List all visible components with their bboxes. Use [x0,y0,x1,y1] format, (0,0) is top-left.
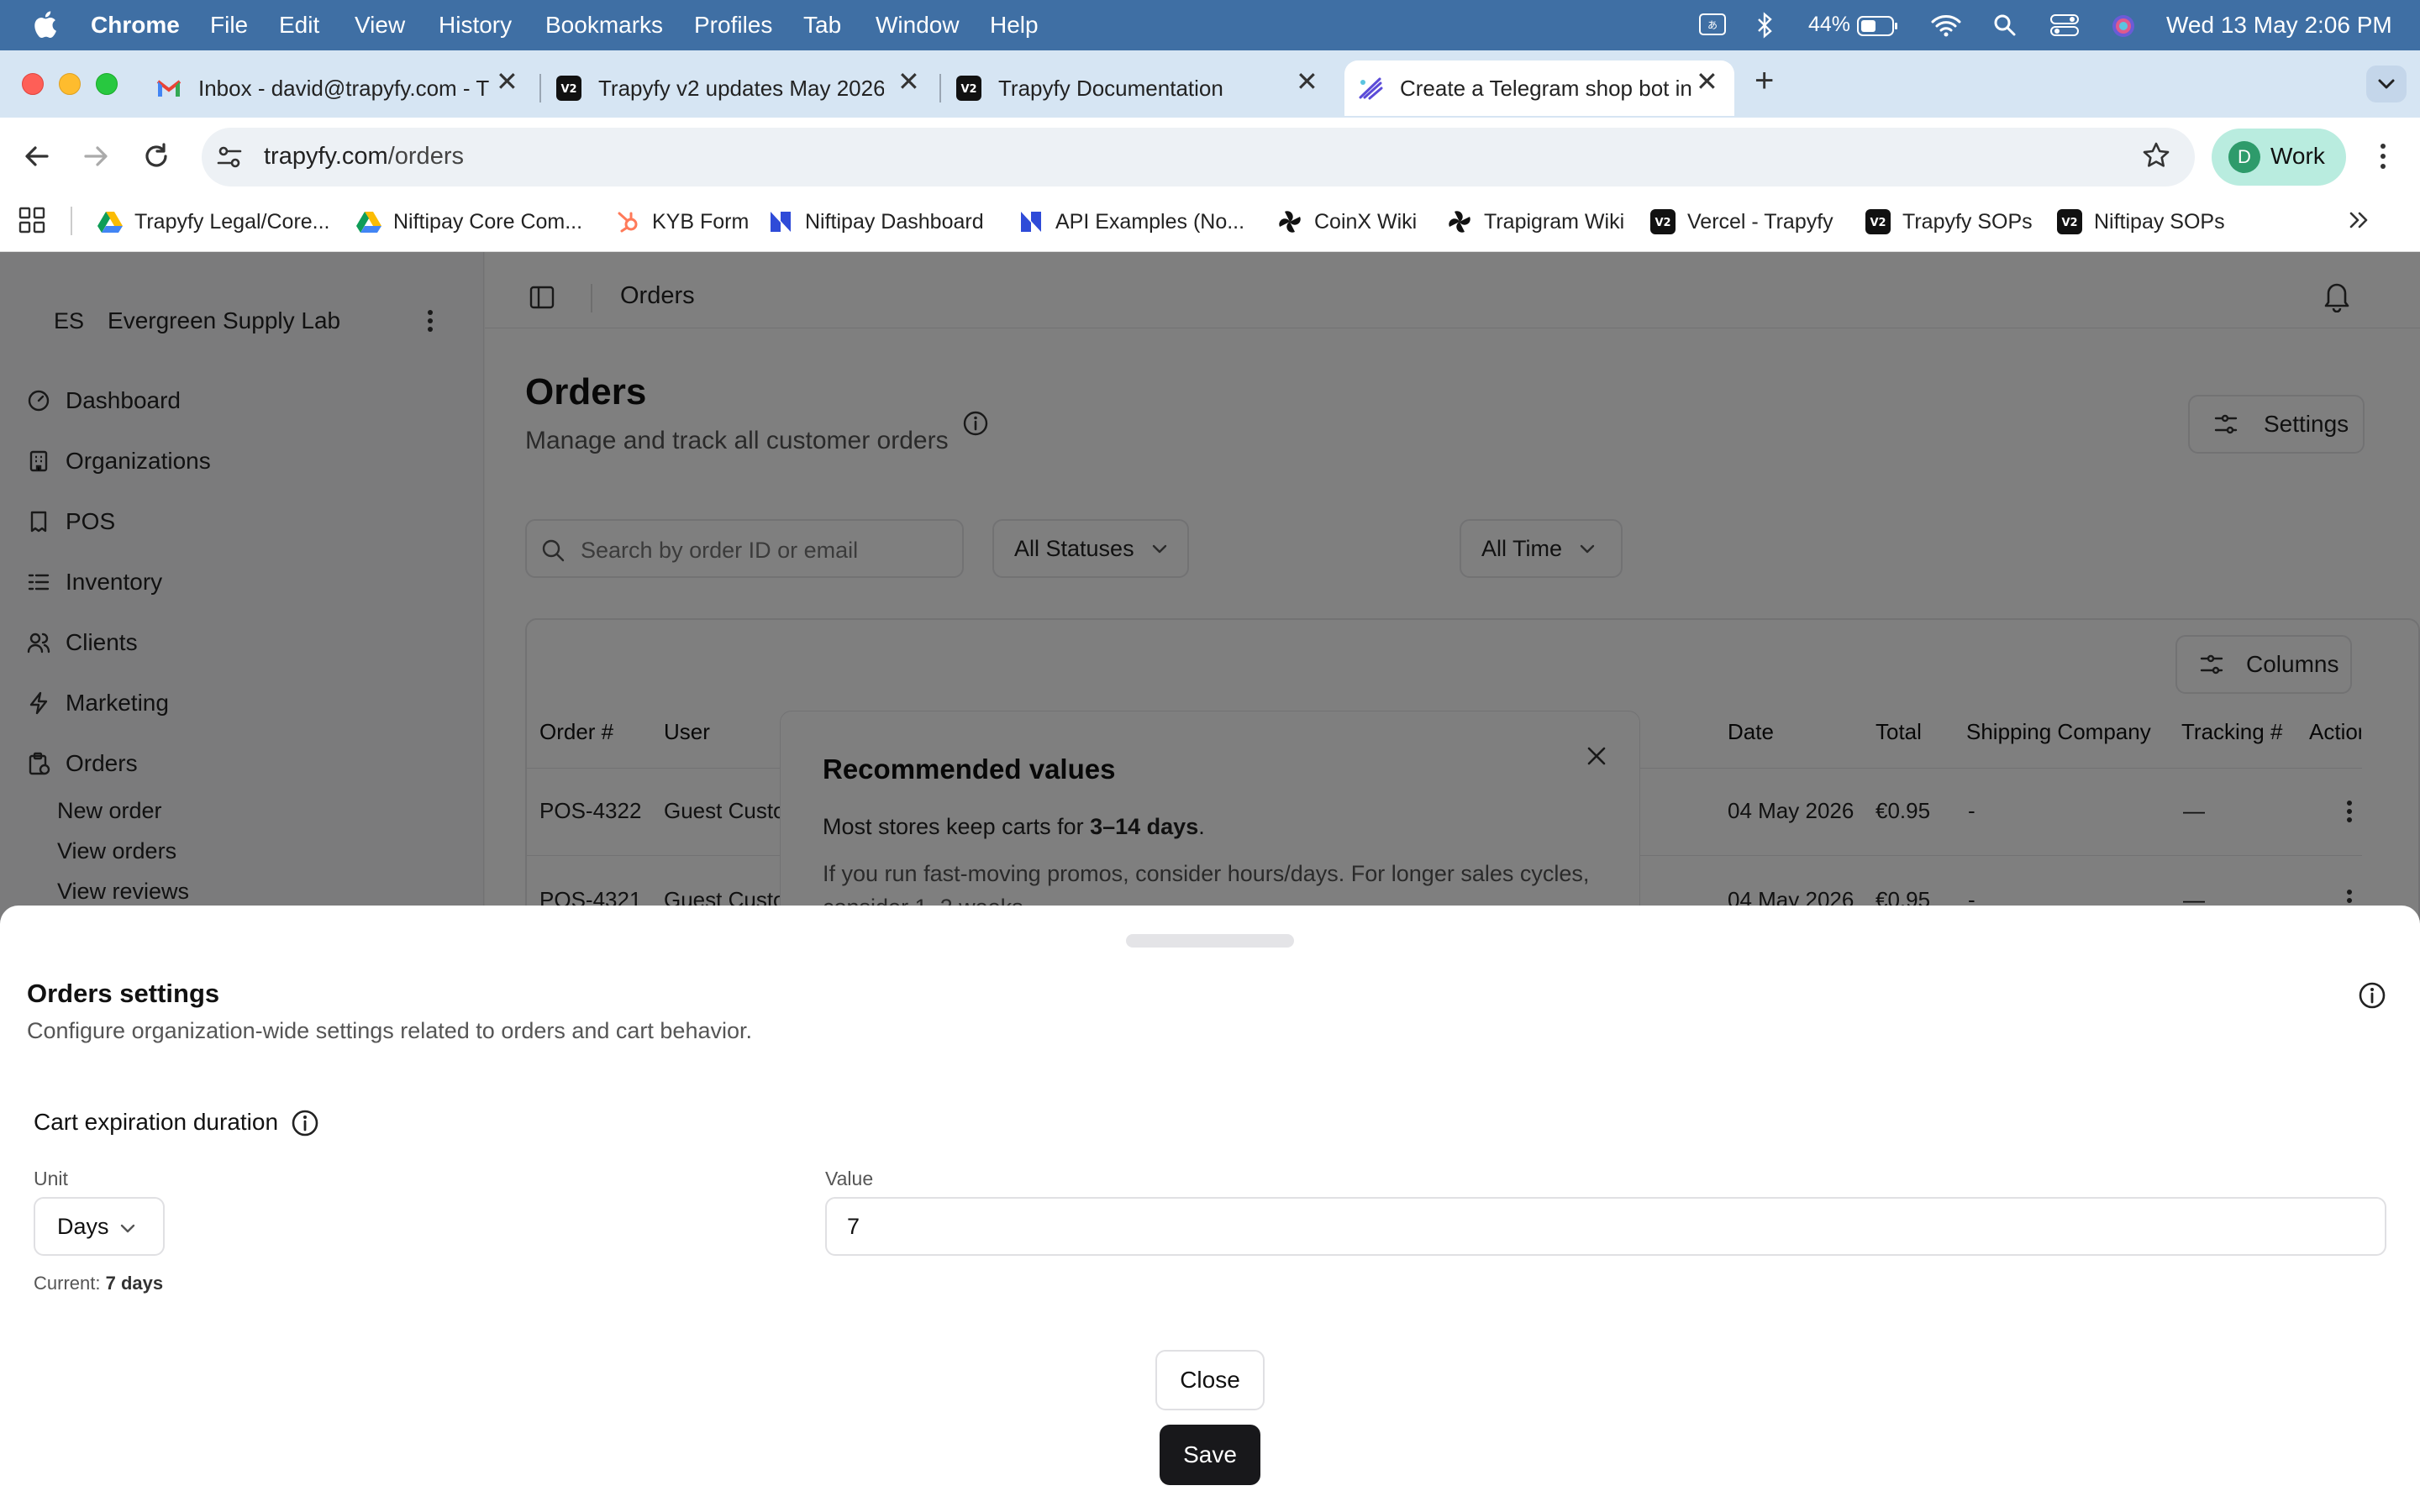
bookmark-niftipay-core[interactable]: Niftipay Core Com... [356,205,582,239]
control-center-icon[interactable] [2050,13,2079,37]
menu-bookmarks[interactable]: Bookmarks [545,12,663,39]
unit-label: Unit [34,1168,68,1189]
tab-inbox-close-icon[interactable]: ✕ [496,66,518,97]
tab-separator [539,74,541,102]
svg-text:V2: V2 [560,83,576,96]
bookmark-kyb-form[interactable]: KYB Form [615,205,749,239]
bookmark-trapyfy-sops[interactable]: V2 Trapyfy SOPs [1865,205,2033,239]
window-close-button[interactable] [22,73,44,95]
tab-inbox[interactable]: Inbox - david@trapyfy.com - T [156,60,523,116]
menu-help[interactable]: Help [990,12,1039,39]
bluetooth-icon[interactable] [1756,12,1775,39]
sheet-title: Orders settings [27,979,220,1008]
bookmark-coinx-wiki[interactable]: CoinX Wiki [1277,205,1417,239]
trapyfy-logo-icon: V2 [556,76,581,101]
more-vertical-icon[interactable] [2371,141,2395,171]
bookmark-trapigram-wiki[interactable]: Trapigram Wiki [1447,205,1624,239]
tab-trapyfy-updates-close-icon[interactable]: ✕ [897,66,920,97]
tab-trapyfy-updates[interactable]: V2 Trapyfy v2 updates May 2026 [556,60,914,116]
address-bar[interactable] [202,128,2195,186]
apps-grid-icon[interactable] [18,207,45,234]
unit-select[interactable]: Days [34,1197,165,1256]
trapyfy-logo-icon: V2 [1865,209,1891,234]
tab-trapyfy-documentation[interactable]: V2 Trapyfy Documentation [956,60,1326,116]
apple-icon[interactable] [32,10,57,39]
svg-text:V2: V2 [2061,217,2077,229]
value-label: Value [825,1168,874,1189]
cart-expiration-info-icon[interactable] [291,1109,319,1137]
save-button[interactable]: Save [1160,1425,1260,1485]
niftipay-logo-icon [1018,209,1044,234]
menu-app-name[interactable]: Chrome [91,12,180,39]
trapyfy-logo-icon: V2 [1650,209,1676,234]
url-host: trapyfy.com [264,143,388,170]
sheet-drag-handle[interactable] [1126,934,1294,948]
reload-icon[interactable] [141,141,171,171]
tab-search-button[interactable] [2366,66,2407,102]
hubspot-icon [615,209,640,234]
svg-text:V2: V2 [1870,217,1886,229]
bookmark-niftipay-dashboard[interactable]: Niftipay Dashboard [768,205,984,239]
keyboard-input-icon[interactable]: あ [1699,13,1726,35]
bookmark-niftipay-sops[interactable]: V2 Niftipay SOPs [2057,205,2225,239]
bookmark-api-examples[interactable]: API Examples (No... [1018,205,1244,239]
wiki-pinwheel-icon [1447,209,1472,234]
cart-expiration-label: Cart expiration duration [34,1109,279,1135]
window-minimize-button[interactable] [59,73,81,95]
menu-clock[interactable]: Wed 13 May 2:06 PM [2166,12,2392,39]
window-zoom-button[interactable] [96,73,118,95]
unit-select-value: Days [57,1213,109,1239]
new-tab-plus-icon[interactable]: + [1754,62,1774,100]
svg-text:あ: あ [1707,19,1718,31]
tab-telegram-shop-bot-close-icon[interactable]: ✕ [1696,66,1718,97]
tab-separator [939,74,941,102]
site-info-icon[interactable] [215,143,244,171]
sheet-description: Configure organization-wide settings rel… [27,1018,752,1043]
menu-window[interactable]: Window [876,12,960,39]
menu-view[interactable]: View [355,12,405,39]
bookmark-star-icon[interactable] [2141,140,2171,171]
profile-label: Work [2270,143,2325,169]
trapyfy-logo-icon: V2 [956,76,981,101]
svg-text:V2: V2 [1655,217,1670,229]
gmail-icon [156,76,182,101]
wiki-pinwheel-icon [1277,209,1302,234]
tab-telegram-shop-bot[interactable]: Create a Telegram shop bot in [1344,60,1734,116]
bookmarks-overflow-icon[interactable] [2346,207,2373,234]
menu-history[interactable]: History [439,12,512,39]
battery-percent: 44% [1808,13,1851,36]
sheet-info-icon[interactable] [2358,981,2386,1010]
current-value-text: Current: 7 days [34,1273,164,1294]
menu-tab[interactable]: Tab [803,12,841,39]
siri-icon[interactable] [2111,13,2136,39]
niftipay-logo-icon [768,209,793,234]
bookmark-vercel-trapyfy[interactable]: V2 Vercel - Trapyfy [1650,205,1833,239]
trapyfy-logo-icon: V2 [2057,209,2082,234]
menu-edit[interactable]: Edit [279,12,319,39]
telegram-shop-icon [1358,76,1383,101]
bookmarks-divider [71,207,72,235]
macos-menu-bar: Chrome File Edit View History Bookmarks … [0,0,2420,50]
address-bar-url[interactable]: trapyfy.com/orders [264,143,464,171]
spotlight-search-icon[interactable] [1993,13,2017,37]
tab-trapyfy-documentation-close-icon[interactable]: ✕ [1296,66,1318,97]
url-path: /orders [387,143,464,170]
google-drive-icon [356,209,381,234]
wifi-icon[interactable] [1931,13,1961,37]
battery-icon[interactable] [1857,15,1899,37]
value-input[interactable] [825,1197,2386,1256]
google-drive-icon [97,209,123,234]
menu-file[interactable]: File [210,12,248,39]
forward-arrow-icon[interactable] [81,141,111,171]
menu-profiles[interactable]: Profiles [694,12,772,39]
bookmark-trapyfy-legal[interactable]: Trapyfy Legal/Core... [97,205,330,239]
close-button[interactable]: Close [1155,1350,1265,1410]
svg-text:V2: V2 [960,83,976,96]
chevron-down-icon[interactable] [118,1218,138,1238]
profile-avatar: D [2228,141,2260,173]
back-arrow-icon[interactable] [22,141,52,171]
